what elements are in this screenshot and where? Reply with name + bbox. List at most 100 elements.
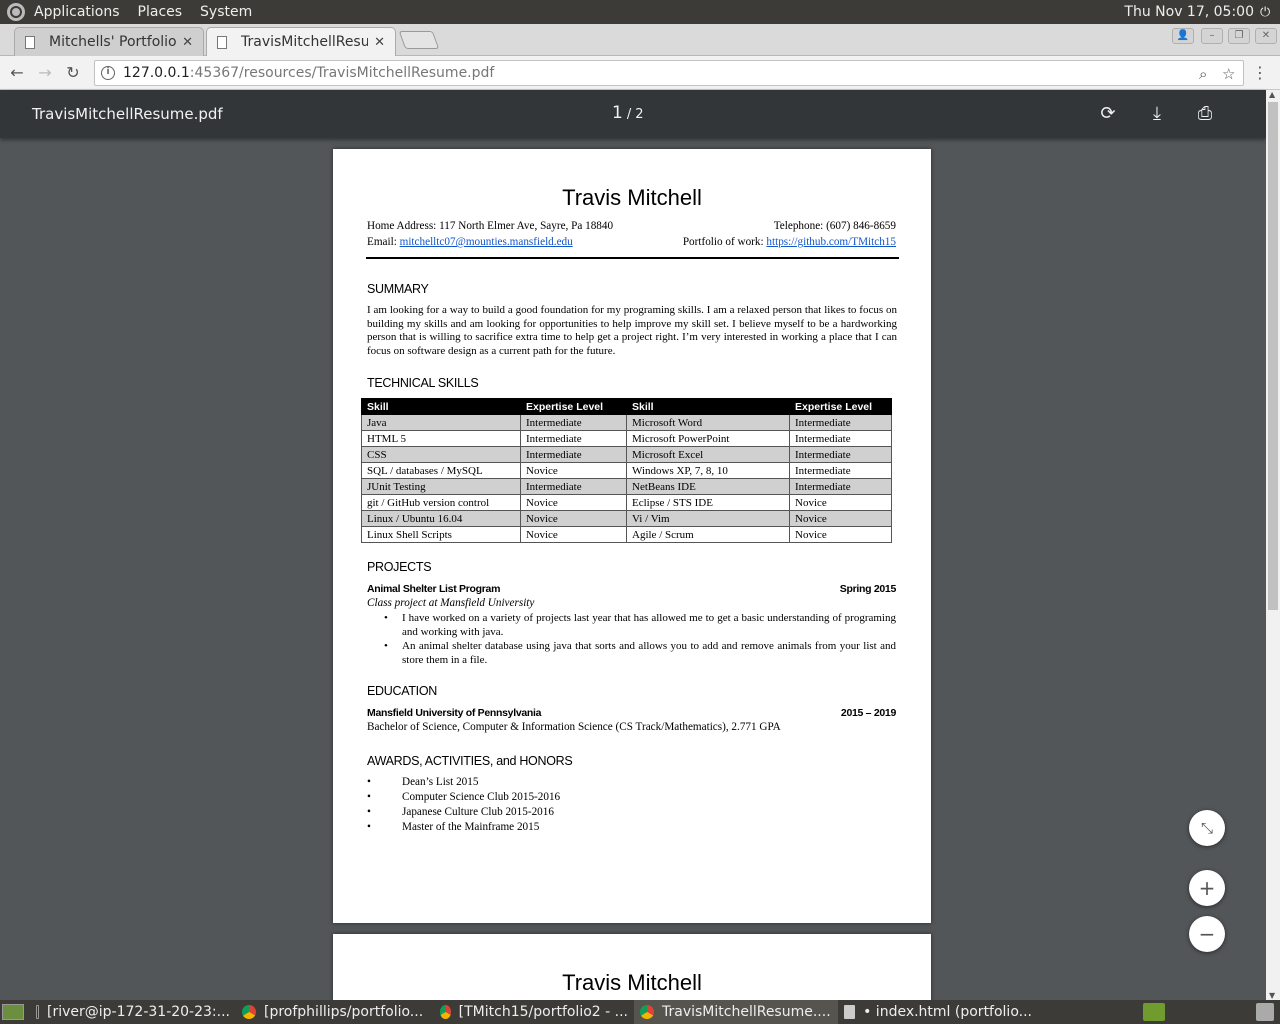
current-page-input[interactable]: 1 xyxy=(612,103,623,123)
url-host: 127.0.0.1 xyxy=(123,65,190,81)
minimize-button[interactable]: – xyxy=(1201,28,1223,44)
reload-icon[interactable]: ↻ xyxy=(62,62,84,84)
award-item: Computer Science Club 2015-2016 xyxy=(402,791,561,803)
project-date: Spring 2015 xyxy=(839,583,897,595)
summary-heading: SUMMARY xyxy=(367,282,429,296)
zoom-out-icon[interactable]: − xyxy=(1189,916,1225,952)
address-bar[interactable]: i 127.0.0.1:45367/resources/TravisMitche… xyxy=(94,60,1244,86)
total-pages: 2 xyxy=(635,107,644,122)
table-cell: Intermediate xyxy=(789,462,892,479)
ubuntu-logo-icon[interactable] xyxy=(7,3,25,21)
table-cell: Linux Shell Scripts xyxy=(361,526,521,543)
table-cell: Intermediate xyxy=(520,430,627,447)
forward-icon[interactable]: → xyxy=(34,62,56,84)
url-path: :45367/resources/TravisMitchellResume.pd… xyxy=(189,65,495,81)
portfolio-label: Portfolio of work: xyxy=(682,236,767,248)
project-title: Animal Shelter List Program xyxy=(367,583,501,595)
clock[interactable]: Thu Nov 17, 05:00 xyxy=(1124,4,1260,20)
close-window-button[interactable]: ✕ xyxy=(1255,28,1277,44)
chrome-icon xyxy=(242,1005,256,1019)
portfolio-link[interactable]: https://github.com/TMitch15 xyxy=(766,236,896,248)
scroll-down-icon[interactable]: ▼ xyxy=(1269,991,1275,1000)
table-cell: Intermediate xyxy=(789,478,892,495)
zoom-in-icon[interactable]: + xyxy=(1189,870,1225,906)
vertical-scrollbar[interactable]: ▲ ▼ xyxy=(1266,90,1280,1000)
editor-icon xyxy=(844,1005,856,1019)
skills-heading: TECHNICAL SKILLS xyxy=(367,376,479,390)
skills-col-header: Skill xyxy=(626,398,790,415)
page-indicator: 1/2 xyxy=(612,103,644,123)
table-row: git / GitHub version control Novice Eclips… xyxy=(361,494,892,511)
back-icon[interactable]: ← xyxy=(6,62,28,84)
close-icon[interactable]: ✕ xyxy=(374,35,385,50)
rotate-icon[interactable]: ⟳ xyxy=(1096,102,1120,126)
scrollbar-thumb[interactable] xyxy=(1268,102,1278,610)
pdf-file-name: TravisMitchellResume.pdf xyxy=(32,105,223,123)
browser-toolbar: ← → ↻ i 127.0.0.1:45367/resources/Travis… xyxy=(0,56,1280,90)
tab-label: Mitchells' Portfolio xyxy=(49,34,177,50)
skills-col-header: Skill xyxy=(361,398,521,415)
info-icon[interactable]: i xyxy=(101,66,115,80)
taskbar-item[interactable]: [TMitch15/portfolio2 - ... xyxy=(434,1000,634,1024)
star-icon[interactable]: ☆ xyxy=(1222,65,1235,83)
skills-col-header: Expertise Level xyxy=(789,398,892,415)
taskbar-item[interactable]: [river@ip-172-31-20-23:... xyxy=(30,1000,236,1024)
zoom-icon[interactable]: ⌕ xyxy=(1199,65,1207,83)
award-item: Japanese Culture Club 2015-2016 xyxy=(402,806,554,818)
power-icon[interactable]: ⏻ xyxy=(1260,5,1274,20)
menu-places[interactable]: Places xyxy=(129,0,192,24)
taskbar-item[interactable]: TravisMitchellResume.... xyxy=(634,1000,838,1024)
tab-resume-pdf[interactable]: TravisMitchellResume.pdf ✕ xyxy=(206,27,396,56)
maximize-button[interactable]: ❐ xyxy=(1228,28,1250,44)
bullet-icon: • xyxy=(384,640,388,652)
tab-label: TravisMitchellResume.pdf xyxy=(241,34,369,50)
chrome-menu-icon[interactable]: ⋮ xyxy=(1252,63,1268,82)
table-row: CSS Intermediate Microsoft Excel Intermedia… xyxy=(361,446,892,463)
chrome-icon xyxy=(440,1005,451,1019)
table-cell: Novice xyxy=(520,494,627,511)
table-cell: Linux / Ubuntu 16.04 xyxy=(361,510,521,527)
menu-system[interactable]: System xyxy=(191,0,261,24)
show-desktop-icon[interactable] xyxy=(2,1004,24,1020)
page-separator: / xyxy=(626,107,632,122)
profile-icon[interactable]: 👤 xyxy=(1172,28,1194,44)
table-cell: Novice xyxy=(520,462,627,479)
email-link[interactable]: mitchelltc07@mounties.mansfield.edu xyxy=(400,236,573,248)
fit-to-page-icon[interactable]: ⤡ xyxy=(1189,810,1225,846)
school-name: Mansfield University of Pennsylvania xyxy=(367,707,542,719)
close-icon[interactable]: ✕ xyxy=(182,35,193,50)
table-cell: SQL / databases / MySQL xyxy=(361,462,521,479)
table-cell: Intermediate xyxy=(789,414,892,431)
taskbar-item[interactable]: • index.html (portfolio... xyxy=(838,1000,1038,1024)
page-icon xyxy=(217,36,227,49)
trash-icon[interactable] xyxy=(1256,1003,1274,1021)
bullet-icon: • xyxy=(367,821,371,833)
taskbar-item[interactable]: [profphillips/portfolio... xyxy=(236,1000,434,1024)
scroll-up-icon[interactable]: ▲ xyxy=(1269,90,1275,99)
education-heading: EDUCATION xyxy=(367,684,437,698)
home-address: Home Address: 117 North Elmer Ave, Sayre… xyxy=(367,220,614,232)
bullet-icon: • xyxy=(384,612,388,624)
table-cell: NetBeans IDE xyxy=(626,478,790,495)
terminal-icon xyxy=(36,1005,40,1019)
table-row: Java Intermediate Microsoft Word Intermedia… xyxy=(361,414,892,431)
print-icon[interactable]: ⎙ xyxy=(1193,102,1217,126)
projects-heading: PROJECTS xyxy=(367,560,432,574)
project-bullet: I have worked on a variety of projects l… xyxy=(402,612,896,638)
top-panel: Applications Places System Thu Nov 17, 0… xyxy=(0,0,1280,24)
table-cell: Intermediate xyxy=(520,478,627,495)
tab-mitchells-portfolio[interactable]: Mitchells' Portfolio ✕ xyxy=(14,27,204,56)
skills-header-row: Skill Expertise Level Skill Expertise Le… xyxy=(361,398,892,415)
resume-name: Travis Mitchell xyxy=(562,185,702,210)
project-subtitle: Class project at Mansfield University xyxy=(367,597,535,609)
new-tab-button[interactable] xyxy=(398,31,440,49)
school-dates: 2015 – 2019 xyxy=(840,707,896,719)
menu-applications[interactable]: Applications xyxy=(25,0,129,24)
download-icon[interactable]: ⤓ xyxy=(1145,102,1169,126)
summary-text: I am looking for a way to build a good f… xyxy=(367,304,897,357)
table-cell: Windows XP, 7, 8, 10 xyxy=(626,462,790,479)
tab-strip: Mitchells' Portfolio ✕ TravisMitchellRes… xyxy=(0,24,1280,56)
chrome-tray-icon[interactable] xyxy=(1143,1003,1165,1021)
table-cell: Novice xyxy=(789,526,892,543)
resume-name-page-2: Travis Mitchell xyxy=(562,970,702,995)
